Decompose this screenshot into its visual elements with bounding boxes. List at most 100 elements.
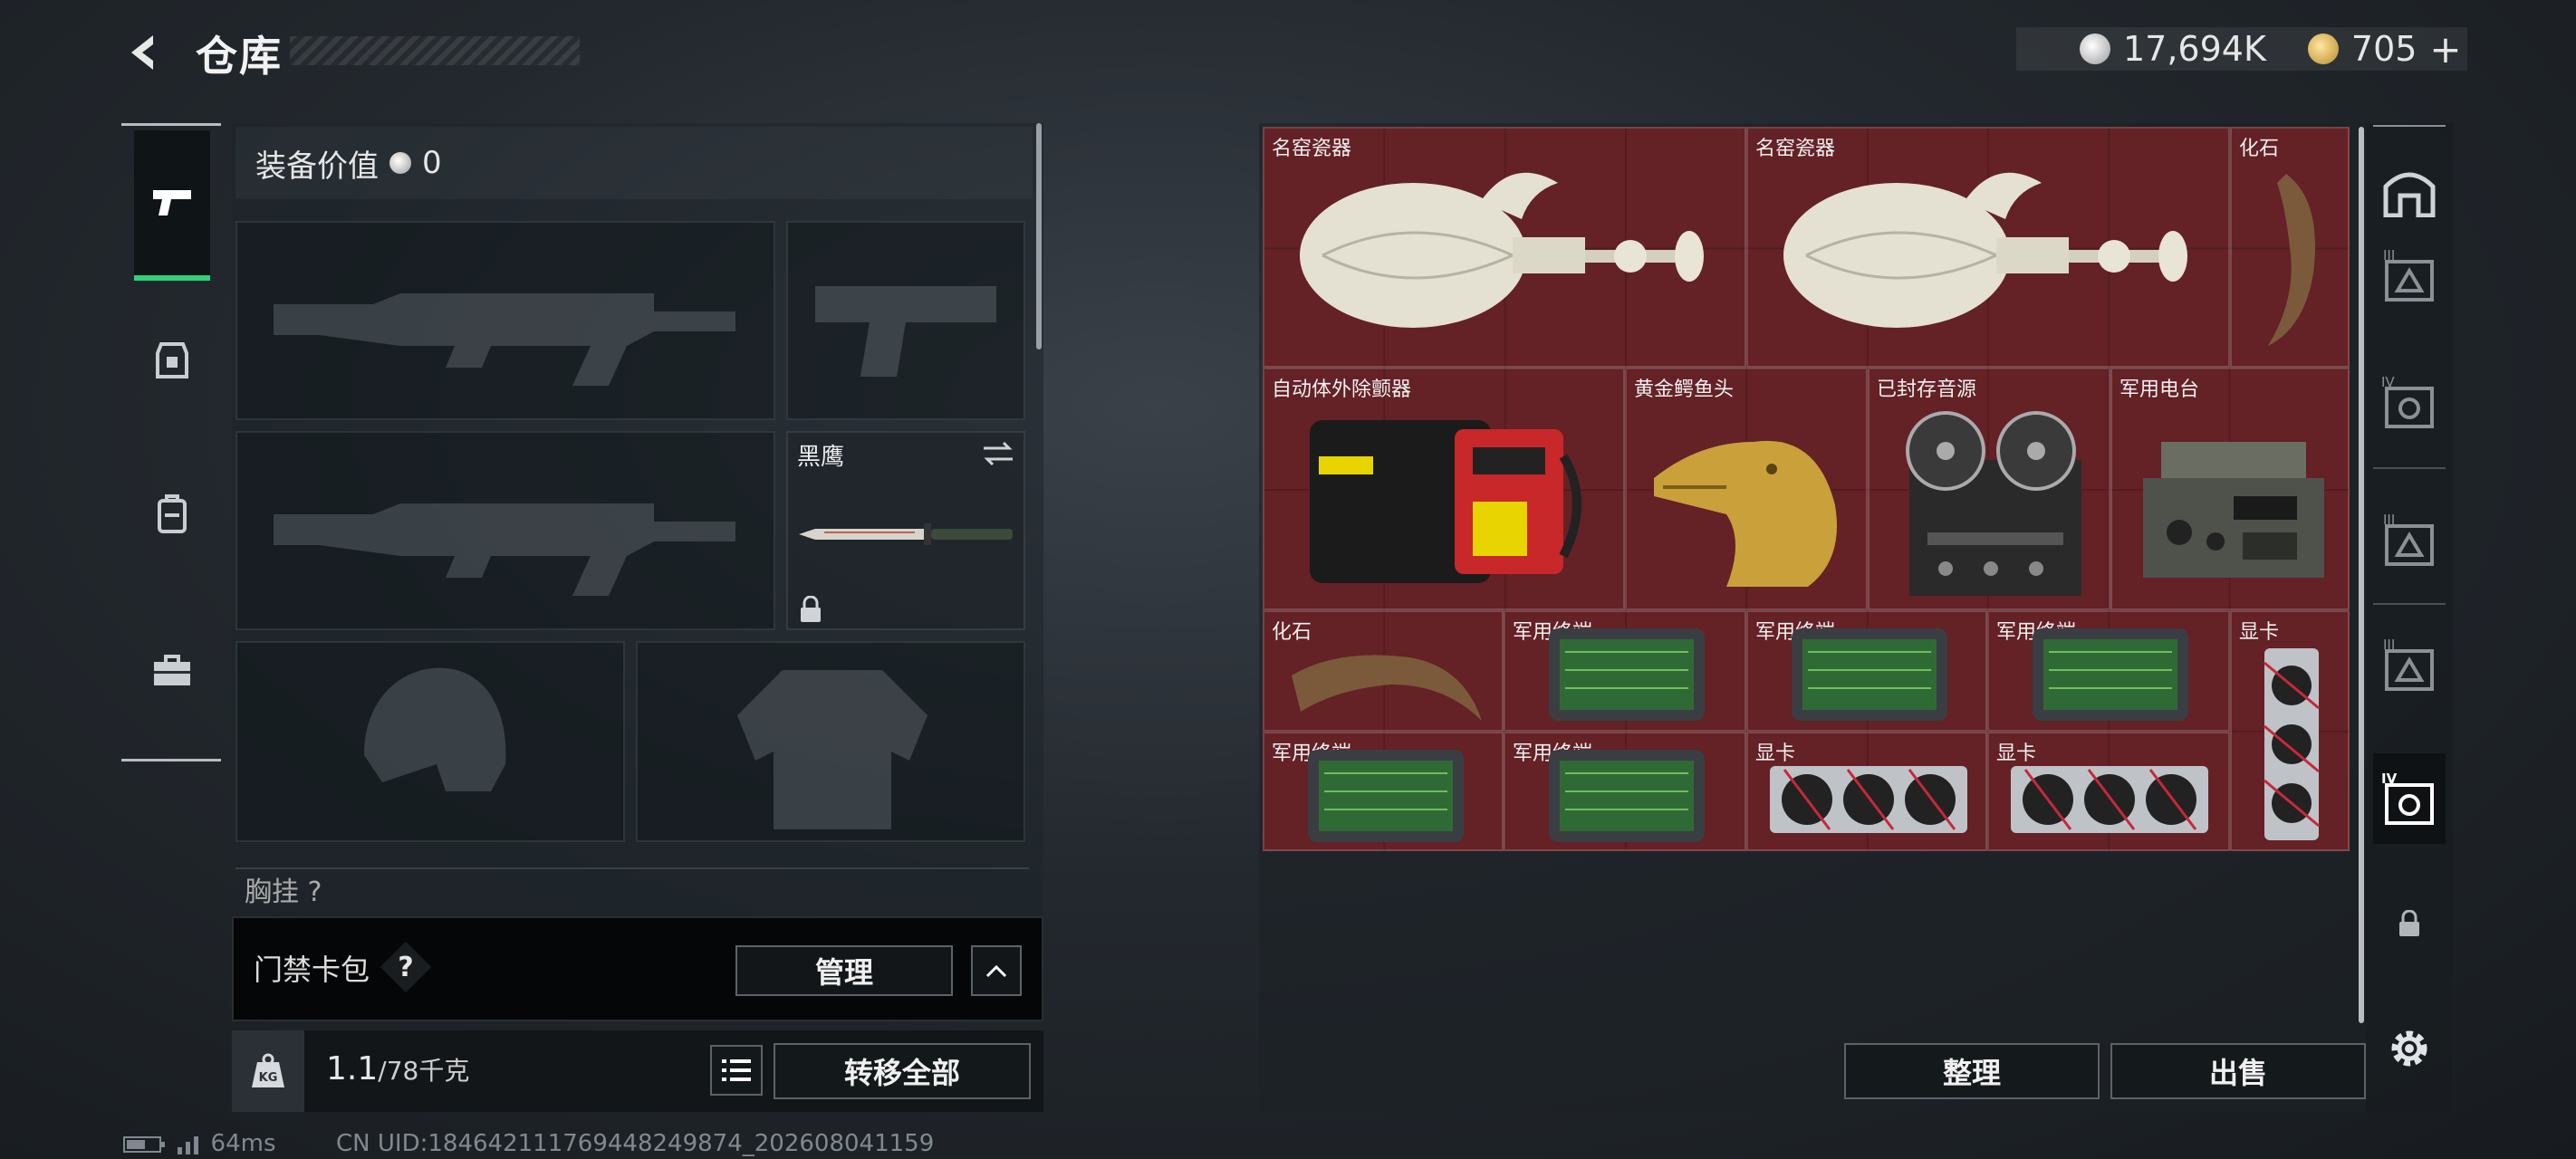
storage-item[interactable]: 显卡 <box>2230 610 2350 851</box>
battery-icon <box>123 1135 165 1153</box>
list-view-button[interactable] <box>710 1045 763 1096</box>
item-name: 显卡 <box>2239 621 2280 644</box>
gold-amount: 705 <box>2350 29 2417 69</box>
equipment-value-header: 装备价值 0 <box>235 127 1033 199</box>
rail-bottom-divider <box>121 759 221 761</box>
manage-button[interactable]: 管理 <box>735 945 953 996</box>
signal-icon <box>178 1135 199 1154</box>
equipment-value-label: 装备价值 <box>255 148 379 185</box>
armor-icon <box>156 342 188 378</box>
military-terminal-icon <box>1308 750 1464 842</box>
gold-coin-icon <box>2307 34 2339 64</box>
storage-item[interactable]: 黄金鳄鱼头 <box>1625 368 1868 610</box>
item-name: 军用电台 <box>2119 378 2200 401</box>
weight-icon: KG <box>252 1053 284 1087</box>
tab-container-1[interactable]: III <box>2373 239 2446 311</box>
collapse-button[interactable] <box>971 945 1022 996</box>
chest-rig-suffix: ? <box>307 876 322 904</box>
helmet-silhouette-icon <box>364 667 506 791</box>
help-icon: ? <box>398 951 414 983</box>
silver-coin-icon <box>2080 34 2110 64</box>
toolbox-icon <box>154 655 190 685</box>
primary-weapon-slot-1[interactable] <box>235 221 775 420</box>
currency-bar: 17,694K 705 + <box>2016 27 2467 72</box>
storage-item[interactable]: 军用终端 <box>1746 610 1987 732</box>
storage-item[interactable]: 军用电台 <box>2110 368 2350 610</box>
storage-icon <box>2383 172 2436 217</box>
body-armor-slot[interactable] <box>636 641 1025 842</box>
storage-scrollbar[interactable] <box>2359 127 2364 1023</box>
case-icon: III <box>2383 247 2434 302</box>
melee-item-name: 黑鹰 <box>797 444 845 471</box>
storage-item[interactable]: 化石 <box>2230 127 2350 368</box>
lock-icon <box>2399 910 2419 936</box>
storage-item[interactable]: 军用终端 <box>1263 732 1504 851</box>
rail-divider <box>2373 467 2446 469</box>
lock-icon <box>801 596 821 622</box>
transfer-all-button[interactable]: 转移全部 <box>774 1043 1031 1099</box>
page-title: 仓库 <box>196 32 283 81</box>
storage-item[interactable]: 化石 <box>1263 610 1504 732</box>
sell-button[interactable]: 出售 <box>2110 1043 2366 1099</box>
silver-coin-icon <box>389 152 411 174</box>
tab-container-4[interactable]: III <box>2373 628 2446 701</box>
swap-icon[interactable] <box>982 440 1014 467</box>
tab-container-5[interactable]: IV <box>2373 753 2446 844</box>
item-name: 自动体外除颤器 <box>1272 378 1412 401</box>
list-icon <box>722 1059 751 1081</box>
case-icon: IV <box>2381 374 2434 428</box>
settings-button[interactable] <box>2373 1012 2446 1085</box>
graphics-card-icon <box>1770 766 1967 833</box>
tab-container-3[interactable]: III <box>2373 503 2446 576</box>
storage-item[interactable]: 自动体外除颤器 <box>1263 368 1625 610</box>
helmet-slot[interactable] <box>235 641 625 842</box>
tab-locked[interactable] <box>2373 887 2446 960</box>
tape-recorder-icon <box>1906 411 2081 596</box>
military-terminal-icon <box>1792 628 1947 721</box>
storage-item[interactable]: 名窑瓷器 <box>1746 127 2230 368</box>
golden-crocodile-head-icon <box>1654 440 1837 587</box>
storage-item[interactable]: 名窑瓷器 <box>1263 127 1746 368</box>
rail-divider <box>2373 603 2446 605</box>
sidearm-slot[interactable] <box>786 221 1025 420</box>
military-terminal-icon <box>1549 628 1705 721</box>
rifle-silhouette-icon <box>274 293 735 386</box>
tab-weapons[interactable] <box>134 130 210 281</box>
storage-item[interactable]: 军用终端 <box>1504 732 1746 851</box>
tab-backpack[interactable] <box>134 442 210 587</box>
rifle-silhouette-icon <box>274 503 735 596</box>
add-currency-button[interactable]: + <box>2429 27 2461 72</box>
uid-text: CN UID:184642111769448249874_20260804115… <box>336 1130 935 1157</box>
weight-readout: 1.1/78千克 <box>326 1050 469 1087</box>
tab-storage-main[interactable] <box>2373 156 2446 228</box>
back-button[interactable] <box>118 25 172 80</box>
ping-text: 64ms <box>210 1130 276 1157</box>
tab-toolbox[interactable] <box>134 598 210 742</box>
storage-item[interactable]: 军用终端 <box>1504 610 1746 732</box>
fossil-claw-icon <box>2268 174 2315 346</box>
item-name: 已封存音源 <box>1877 378 1977 401</box>
silver-amount: 17,694K <box>2123 29 2266 69</box>
storage-item[interactable]: 显卡 <box>1746 732 1987 851</box>
sort-button[interactable]: 整理 <box>1844 1043 2100 1099</box>
equipment-scrollbar[interactable] <box>1036 123 1042 350</box>
tab-container-2[interactable]: IV <box>2373 366 2446 438</box>
storage-item[interactable]: 显卡 <box>1987 732 2230 851</box>
item-name: 化石 <box>2239 138 2280 160</box>
tab-armor[interactable] <box>134 288 210 433</box>
storage-item[interactable]: 军用终端 <box>1987 610 2230 732</box>
graphics-card-icon <box>2011 766 2208 833</box>
primary-weapon-slot-2[interactable] <box>235 431 775 630</box>
rail-top-divider <box>121 123 221 126</box>
porcelain-vase-icon <box>1783 172 2187 328</box>
military-terminal-icon <box>1549 750 1705 842</box>
weight-icon-box: KG <box>232 1030 304 1112</box>
weight-current: 1.1 <box>326 1050 379 1087</box>
chevron-up-icon <box>985 964 1007 978</box>
item-name: 黄金鳄鱼头 <box>1634 378 1735 401</box>
porcelain-vase-icon <box>1300 172 1704 328</box>
chest-rig-row[interactable]: 胸挂 ? <box>235 867 1029 904</box>
melee-slot[interactable]: 黑鹰 <box>786 431 1025 630</box>
storage-item[interactable]: 已封存音源 <box>1868 368 2110 610</box>
case-icon: III <box>2383 512 2434 566</box>
